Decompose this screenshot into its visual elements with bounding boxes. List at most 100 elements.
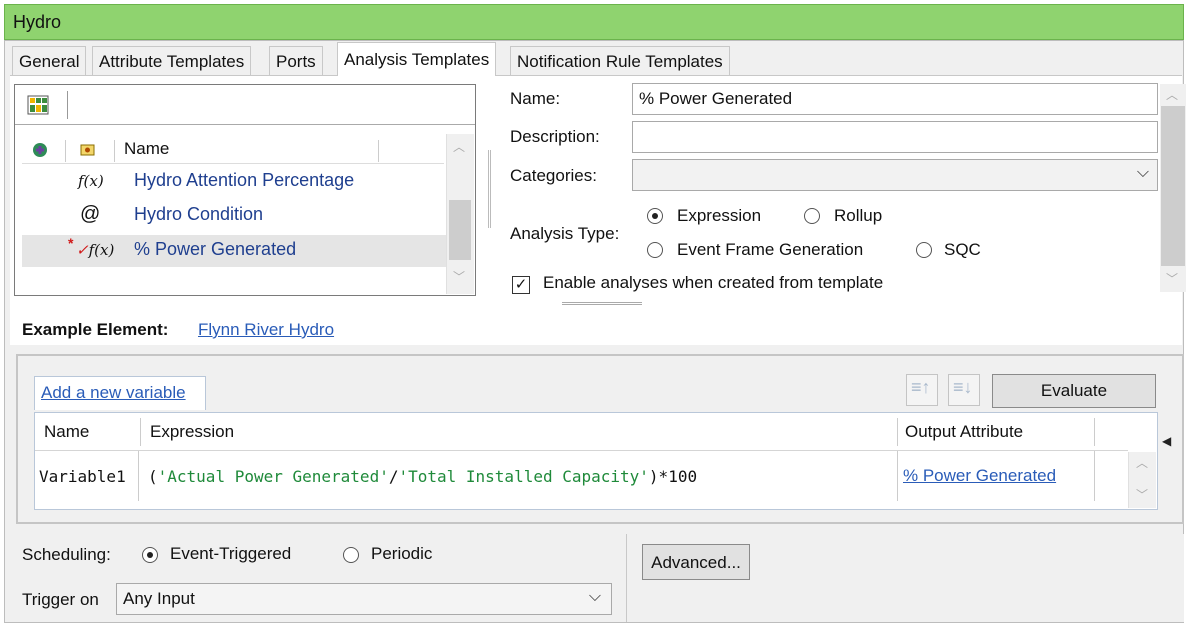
column-header-name[interactable]: Name — [124, 139, 169, 159]
list-item-label: Hydro Condition — [134, 204, 264, 224]
radio-button[interactable] — [142, 547, 158, 563]
categories-label: Categories: — [510, 166, 597, 185]
radio-button[interactable] — [647, 242, 663, 258]
advanced-button[interactable]: Advanced... — [642, 544, 750, 580]
tab-general[interactable]: General — [12, 46, 87, 76]
evaluate-button[interactable]: Evaluate — [992, 374, 1156, 408]
tab-label: Attribute Templates — [99, 52, 245, 71]
radio-button[interactable] — [916, 242, 932, 258]
cell-divider — [1094, 451, 1095, 501]
trigger-on-value: Any Input — [123, 589, 195, 608]
list-toolbar — [15, 85, 475, 125]
tab-analysis-templates[interactable]: Analysis Templates — [337, 42, 497, 76]
expression-token: ( — [148, 467, 158, 486]
name-label: Name: — [510, 89, 561, 108]
categories-dropdown[interactable]: ⌵ — [632, 159, 1158, 191]
splitter-handle-horizontal[interactable] — [562, 302, 642, 305]
grid-scrollbar[interactable]: ︿ ﹀ — [1128, 452, 1156, 508]
status-icon — [30, 140, 50, 160]
trigger-on-dropdown[interactable]: Any Input ⌵ — [116, 583, 612, 615]
function-icon: f(x) — [78, 172, 104, 190]
radio-button[interactable] — [343, 547, 359, 563]
expression-cell[interactable]: ('Actual Power Generated'/'Total Install… — [148, 467, 697, 486]
list-scrollbar[interactable]: ︿ ﹀ — [446, 134, 474, 294]
scroll-up-icon[interactable]: ︿ — [453, 138, 465, 155]
description-label: Description: — [510, 127, 600, 146]
radio-rollup[interactable]: Rollup — [804, 206, 904, 228]
scroll-down-icon[interactable]: ﹀ — [1166, 270, 1178, 287]
move-up-icon: ≡↑ — [911, 377, 931, 397]
output-attribute-link[interactable]: % Power Generated — [903, 466, 1056, 486]
scroll-up-icon[interactable]: ︿ — [1166, 86, 1178, 103]
example-element-label: Example Element: — [22, 320, 169, 339]
radio-label: Expression — [677, 206, 762, 225]
column-header-output-attribute[interactable]: Output Attribute — [905, 422, 1023, 442]
header-separator — [65, 140, 66, 162]
column-header-expression[interactable]: Expression — [150, 422, 234, 442]
radio-label: SQC — [944, 240, 981, 259]
toolbar-separator — [67, 91, 68, 119]
radio-button[interactable] — [647, 208, 663, 224]
function-icon: ✓f(x) — [76, 241, 115, 259]
enable-analyses-checkbox[interactable]: ✓ — [512, 276, 530, 294]
list-item-label: % Power Generated — [134, 239, 297, 259]
radio-sqc[interactable]: SQC — [916, 240, 996, 262]
expression-token: )*100 — [648, 467, 698, 486]
scroll-down-icon[interactable]: ﹀ — [453, 268, 465, 285]
header-separator — [1094, 418, 1095, 446]
name-field-value: % Power Generated — [639, 89, 793, 108]
name-field[interactable]: % Power Generated — [632, 83, 1158, 115]
tab-label: General — [19, 52, 80, 71]
radio-label: Event-Triggered — [170, 544, 292, 563]
scrollbar-thumb[interactable] — [1161, 106, 1185, 266]
add-variable-link[interactable]: Add a new variable — [41, 383, 186, 403]
header-separator — [140, 418, 141, 446]
window-title: Hydro — [13, 12, 62, 32]
collapse-arrow-icon[interactable]: ◀ — [1162, 434, 1171, 448]
enable-analyses-label: Enable analyses when created from templa… — [543, 273, 884, 292]
move-up-button[interactable]: ≡↑ — [906, 374, 938, 406]
list-item[interactable]: @ Hydro Condition — [22, 200, 446, 232]
variable-name-cell[interactable]: Variable1 — [39, 467, 126, 486]
tab-attribute-templates[interactable]: Attribute Templates — [92, 46, 252, 76]
scroll-up-icon[interactable]: ︿ — [1136, 454, 1148, 471]
tab-notification-rule-templates[interactable]: Notification Rule Templates — [510, 46, 730, 76]
radio-periodic[interactable]: Periodic — [341, 543, 451, 565]
window-title-bar: Hydro — [4, 4, 1184, 40]
move-down-button[interactable]: ≡↓ — [948, 374, 980, 406]
scroll-down-icon[interactable]: ﹀ — [1136, 486, 1148, 503]
expression-string: 'Actual Power Generated' — [157, 467, 389, 486]
header-separator — [114, 140, 115, 162]
radio-expression[interactable]: Expression — [647, 206, 767, 228]
column-header-name[interactable]: Name — [44, 422, 89, 442]
expression-string: 'Total Installed Capacity' — [398, 467, 649, 486]
add-variable-tab[interactable]: Add a new variable — [34, 376, 206, 410]
radio-label: Periodic — [371, 544, 433, 563]
cell-divider — [897, 451, 898, 501]
radio-label: Rollup — [834, 206, 883, 225]
radio-event-frame-generation[interactable]: Event Frame Generation — [647, 240, 897, 262]
trigger-on-label: Trigger on — [22, 590, 99, 609]
radio-label: Event Frame Generation — [677, 240, 864, 259]
list-item-selected[interactable]: * ✓f(x) % Power Generated — [22, 235, 446, 267]
grid-add-icon[interactable] — [27, 93, 51, 117]
header-separator — [897, 418, 898, 446]
example-element-link[interactable]: Flynn River Hydro — [198, 320, 334, 340]
tab-label: Notification Rule Templates — [517, 52, 723, 71]
scrollbar-thumb[interactable] — [449, 200, 471, 260]
splitter-handle[interactable] — [488, 150, 491, 228]
list-item[interactable]: f(x) Hydro Attention Percentage — [22, 166, 446, 198]
tab-label: Analysis Templates — [344, 50, 490, 69]
move-down-icon: ≡↓ — [953, 377, 973, 397]
radio-event-triggered[interactable]: Event-Triggered — [140, 543, 310, 565]
form-scrollbar[interactable]: ︿ ﹀ — [1160, 84, 1186, 292]
cell-divider — [138, 451, 139, 501]
template-type-icon — [80, 142, 96, 156]
radio-button[interactable] — [804, 208, 820, 224]
tab-ports[interactable]: Ports — [269, 46, 323, 76]
analysis-type-label: Analysis Type: — [510, 224, 620, 243]
chevron-down-icon: ⌵ — [588, 588, 601, 605]
new-marker-icon: * — [68, 235, 74, 251]
description-field[interactable] — [632, 121, 1158, 153]
condition-icon: @ — [80, 203, 101, 225]
